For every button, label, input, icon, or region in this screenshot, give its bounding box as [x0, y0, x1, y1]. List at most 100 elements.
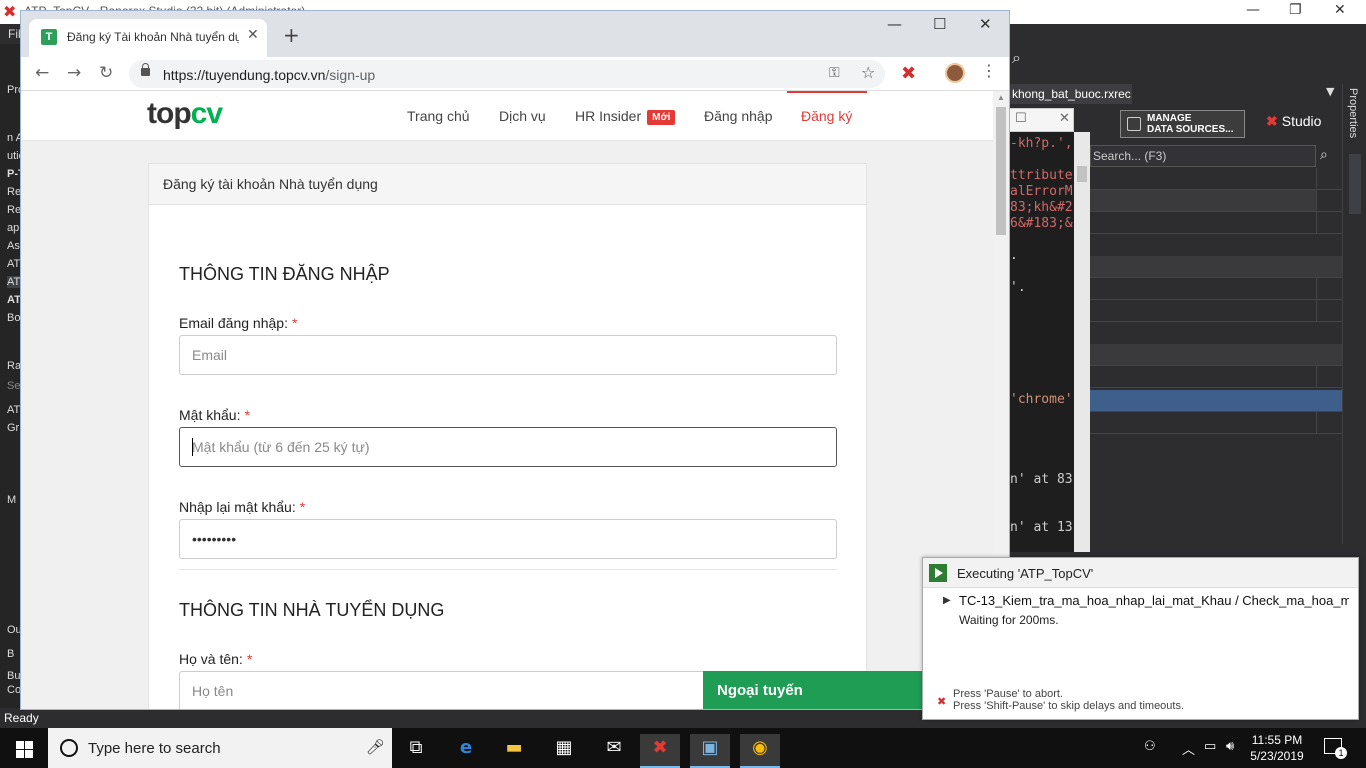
left-panel-item[interactable]: Re [7, 204, 21, 216]
left-panel-item[interactable]: Bu [7, 670, 20, 682]
nav-services[interactable]: Dịch vụ [499, 108, 546, 124]
nav-home[interactable]: Trang chủ [407, 108, 470, 124]
tray-chevron-icon[interactable]: ︿ [1182, 739, 1195, 758]
chrome-close-button[interactable]: ✕ [979, 15, 992, 33]
left-panel-item[interactable]: Se [7, 380, 20, 392]
mail-icon[interactable]: ✉ [594, 734, 634, 768]
clock-time: 11:55 PM [1251, 733, 1303, 747]
section-login-title: THÔNG TIN ĐĂNG NHẬP [179, 264, 390, 284]
topcv-favicon: T [41, 29, 57, 45]
taskbar-clock[interactable]: 11:55 PM 5/23/2019 [1246, 732, 1308, 764]
left-panel-item[interactable]: AT [7, 258, 20, 270]
left-panel-item[interactable]: Ra [7, 360, 21, 372]
microphone-icon[interactable]: 🎤︎ [366, 738, 385, 756]
notification-center-icon[interactable]: 1 [1324, 738, 1347, 759]
start-button[interactable] [0, 728, 48, 768]
database-icon [1127, 117, 1141, 131]
offline-chat-button[interactable]: Ngoại tuyến [703, 671, 925, 709]
close-icon[interactable]: ✕ [1059, 111, 1070, 126]
manage-data-sources-button[interactable]: MANAGE DATA SOURCES... [1120, 110, 1245, 138]
lock-icon[interactable] [141, 63, 150, 76]
forward-icon[interactable]: → [67, 63, 81, 83]
chrome-taskbar-icon[interactable]: ◉ [740, 734, 780, 768]
store-icon[interactable]: ▦ [544, 734, 584, 768]
repository-search-input[interactable]: Search... (F3) [1090, 145, 1316, 167]
chrome-toolbar: ← → ↻ https://tuyendung.topcv.vn/sign-up… [21, 57, 1009, 91]
confirm-password-input[interactable] [179, 519, 837, 559]
studio-close-button[interactable]: ✕ [1334, 2, 1346, 18]
reload-icon[interactable]: ↻ [99, 63, 113, 83]
ranorex-studio-logo: ✖ Studio [1266, 113, 1321, 130]
network-icon[interactable]: ▭ [1204, 739, 1216, 754]
repo-row[interactable] [1090, 344, 1342, 366]
nav-hr-insider[interactable]: HR Insider Mới [575, 108, 676, 125]
left-panel-item[interactable]: As [7, 240, 20, 252]
left-panel-item[interactable]: B [7, 648, 14, 660]
properties-scrollbar[interactable] [1349, 154, 1361, 214]
repo-row-selected[interactable] [1090, 390, 1342, 412]
repo-row[interactable] [1090, 366, 1316, 388]
left-panel-item[interactable]: ap [7, 222, 19, 234]
ranorex-spy-icon[interactable]: ▣ [690, 734, 730, 768]
logo-cv-text: cv [190, 97, 223, 130]
left-panel-item[interactable]: M [7, 494, 16, 506]
confirm-password-label: Nhập lại mật khẩu: * [179, 499, 305, 515]
left-panel-item[interactable]: AT [7, 404, 20, 416]
left-panel-item[interactable]: Bo [7, 312, 20, 324]
left-panel-item[interactable]: Re [7, 186, 21, 198]
key-icon[interactable]: ⚿ [829, 65, 840, 81]
repo-row[interactable] [1090, 190, 1316, 212]
repo-row[interactable] [1090, 256, 1342, 278]
topcv-logo[interactable]: topcv [147, 97, 223, 131]
edge-icon[interactable]: e [446, 734, 486, 768]
left-panel-item[interactable]: AT [7, 294, 21, 306]
scroll-up-icon[interactable]: ▲ [997, 93, 1005, 102]
ranorex-extension-icon[interactable]: ✖ [901, 63, 916, 84]
taskbar-search-box[interactable]: Type here to search 🎤︎ [48, 728, 392, 768]
menu-file[interactable]: Fil [8, 27, 21, 41]
chrome-minimize-button[interactable]: — [887, 15, 902, 33]
left-panel-item[interactable]: Gr [7, 422, 19, 434]
repo-row[interactable] [1090, 168, 1316, 190]
back-icon[interactable]: ← [35, 63, 49, 83]
new-tab-button[interactable]: + [283, 23, 300, 47]
restore-icon[interactable]: ☐ [1015, 111, 1027, 126]
repo-row[interactable] [1090, 278, 1316, 300]
bookmark-star-icon[interactable]: ☆ [861, 63, 875, 82]
nav-register[interactable]: Đăng ký [801, 108, 852, 124]
email-input[interactable] [179, 335, 837, 375]
repo-row[interactable] [1090, 212, 1316, 234]
repo-row[interactable] [1090, 412, 1316, 434]
toolbar-search-icon[interactable]: ⌕ [1012, 50, 1021, 68]
tab-close-icon[interactable]: ✕ [247, 27, 259, 43]
code-line: . [1010, 248, 1018, 263]
repo-row[interactable] [1090, 300, 1316, 322]
ranorex-taskbar-icon[interactable]: ✖ [640, 734, 680, 768]
chrome-tabstrip: T Đăng ký Tài khoản Nhà tuyển dụng ✕ + —… [21, 11, 1009, 57]
repository-rows [1090, 168, 1342, 558]
studio-restore-button[interactable]: ❐ [1289, 2, 1302, 18]
address-bar[interactable]: https://tuyendung.topcv.vn/sign-up ⚿ ☆ [129, 60, 885, 88]
people-icon[interactable]: ⚇ [1144, 739, 1156, 754]
search-icon[interactable]: ⌕ [1320, 146, 1328, 163]
nav-login[interactable]: Đăng nhập [704, 108, 773, 124]
scrollbar-thumb[interactable] [996, 107, 1006, 235]
document-tab-dropdown-icon[interactable]: ▼ [1326, 85, 1334, 98]
volume-icon[interactable]: 🔊︎ [1226, 739, 1234, 754]
chrome-maximize-button[interactable]: ☐ [933, 15, 946, 33]
task-view-icon[interactable]: ⧉ [396, 734, 436, 768]
browser-tab[interactable]: T Đăng ký Tài khoản Nhà tuyển dụng ✕ [29, 19, 267, 57]
password-input[interactable] [179, 427, 837, 467]
document-tab[interactable]: khong_bat_buoc.rxrec [1008, 84, 1132, 104]
expand-arrow-icon[interactable]: ▶ [943, 595, 951, 606]
chrome-menu-icon[interactable]: ⋮ [981, 61, 997, 80]
url-text[interactable]: https://tuyendung.topcv.vn/sign-up [163, 67, 375, 83]
profile-avatar[interactable] [945, 63, 965, 83]
code-scrollbar[interactable] [1074, 132, 1090, 552]
file-explorer-icon[interactable]: ▬ [494, 734, 534, 768]
studio-minimize-button[interactable]: — [1246, 2, 1260, 18]
left-panel-item[interactable]: Co [7, 684, 21, 696]
code-view-toolbar: ☐ ✕ [1008, 108, 1074, 132]
properties-label[interactable]: Properties [1347, 88, 1359, 138]
logo-top-text: top [147, 97, 192, 130]
